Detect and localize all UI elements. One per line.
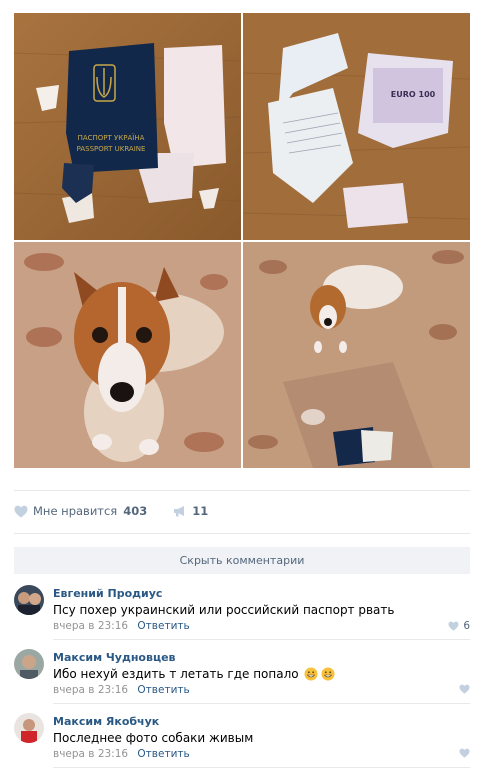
comment-text: Псу похер украинский или российский пасп… (53, 603, 395, 617)
comment-time[interactable]: вчера в 23:16 (53, 748, 128, 760)
dog-passport-image (243, 242, 470, 468)
share-button[interactable]: 11 (173, 504, 208, 518)
avatar[interactable] (14, 713, 44, 743)
avatar-image (14, 585, 44, 615)
torn-documents-image: EURO 100 (243, 13, 470, 240)
avatar[interactable] (14, 649, 44, 679)
post-stats: Мне нравится 403 11 (14, 503, 208, 519)
comment-divider (53, 703, 470, 704)
avatar-image (14, 649, 44, 679)
comment-item: Максим Якобчук Последнее фото собаки жив… (14, 713, 470, 768)
banknote-label: EURO 100 (391, 90, 436, 99)
dog-closeup-image (14, 242, 241, 468)
heart-icon (459, 748, 470, 758)
photo-torn-passport[interactable]: ПАСПОРТ УКРАЇНА PASSPORT UKRAINE (14, 13, 241, 240)
heart-icon (448, 621, 459, 631)
heart-icon (459, 684, 470, 694)
photo-torn-documents[interactable]: EURO 100 (243, 13, 470, 240)
comment-meta: вчера в 23:16 Ответить (53, 620, 190, 632)
comment-time[interactable]: вчера в 23:16 (53, 684, 128, 696)
reply-button[interactable]: Ответить (137, 620, 189, 632)
comment-author[interactable]: Максим Якобчук (53, 715, 159, 728)
share-count: 11 (192, 504, 209, 518)
comment-divider (53, 639, 470, 640)
grin-emoji-icon (304, 667, 318, 681)
comment-author[interactable]: Максим Чудновцев (53, 651, 176, 664)
reply-button[interactable]: Ответить (137, 684, 189, 696)
divider-top (14, 490, 470, 491)
comment-meta: вчера в 23:16 Ответить (53, 684, 190, 696)
like-label: Мне нравится (33, 504, 118, 518)
passport-title-ukr: ПАСПОРТ УКРАЇНА (78, 133, 145, 142)
divider-bottom (14, 533, 470, 534)
photo-grid: ПАСПОРТ УКРАЇНА PASSPORT UKRAINE EURO 10… (14, 13, 470, 468)
comment-divider (53, 767, 470, 768)
comment-text: Последнее фото собаки живым (53, 731, 254, 745)
comment-text: Ибо нехуй ездить т летать где попало (53, 667, 299, 681)
comment-item: Евгений Продиус Псу похер украинский или… (14, 585, 470, 640)
avatar[interactable] (14, 585, 44, 615)
heart-icon (14, 505, 28, 517)
comment-time[interactable]: вчера в 23:16 (53, 620, 128, 632)
passport-title-eng: PASSPORT UKRAINE (77, 145, 146, 153)
grin-emoji-icon (321, 667, 335, 681)
photo-dog-passport[interactable] (243, 242, 470, 468)
comment-like-button[interactable] (459, 684, 470, 694)
comment-meta: вчера в 23:16 Ответить (53, 748, 190, 760)
hide-comments-button[interactable]: Скрыть комментарии (14, 547, 470, 574)
reply-button[interactable]: Ответить (137, 748, 189, 760)
avatar-image (14, 713, 44, 743)
torn-passport-image: ПАСПОРТ УКРАЇНА PASSPORT UKRAINE (14, 13, 241, 240)
comment-like-count: 6 (463, 620, 470, 632)
like-count: 403 (123, 504, 148, 518)
comment-author[interactable]: Евгений Продиус (53, 587, 162, 600)
like-button[interactable]: Мне нравится 403 (14, 504, 147, 518)
comment-like-button[interactable]: 6 (448, 620, 470, 632)
comment-item: Максим Чудновцев Ибо нехуй ездить т лета… (14, 649, 470, 704)
comment-text-row: Ибо нехуй ездить т летать где попало (53, 667, 335, 681)
photo-dog-closeup[interactable] (14, 242, 241, 468)
comment-like-button[interactable] (459, 748, 470, 758)
megaphone-icon (174, 506, 185, 517)
